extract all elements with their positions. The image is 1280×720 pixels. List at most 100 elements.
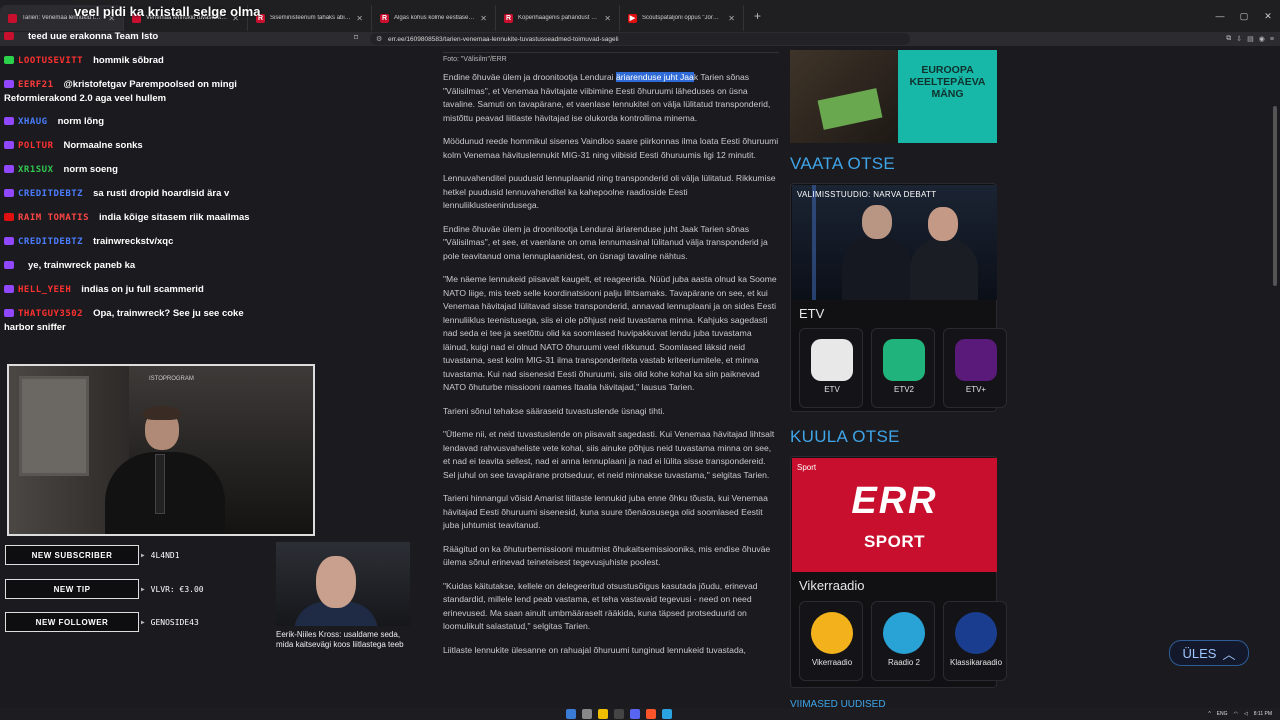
microphone-icon — [155, 454, 165, 514]
wifi-icon[interactable]: ◠ — [1234, 711, 1238, 717]
video-stripe — [812, 185, 816, 300]
telegram-icon[interactable] — [662, 709, 672, 719]
live-section-title[interactable]: VAATA OTSE — [790, 154, 895, 174]
tv-group-name: ETV — [799, 306, 825, 321]
chat-text: trainwreckstv/xqc — [93, 236, 174, 247]
lead-before: Endine õhuväe ülem ja droonitootja Lendu… — [443, 72, 616, 82]
close-icon[interactable]: ✕ — [1256, 11, 1280, 22]
article-lead: Endine õhuväe ülem ja droonitootja Lendu… — [443, 71, 779, 125]
download-icon[interactable]: ⇩ — [1236, 35, 1242, 43]
cam-logo: ISTOPROGRAM — [149, 376, 194, 382]
promo-banner[interactable]: EUROOPA KEELTEPÄEVA MÄNG — [790, 50, 997, 143]
article-paragraph: "Me näeme lennukeid piisavalt kaugelt, e… — [443, 274, 777, 392]
browser-tab[interactable]: RSiseministeerium tahaks abipolitseinik✕ — [248, 5, 372, 31]
tab-close-icon[interactable]: ✕ — [356, 14, 363, 23]
browser-tab[interactable]: R Kopenhaagenis pahandust külvanud ✕ — [496, 5, 620, 31]
chat-username: CREDITDEBTZ — [18, 237, 84, 247]
chat-text: sa rusti dropid hoardisid ära v — [93, 188, 230, 199]
video-person-head — [928, 207, 958, 241]
chat-message: EERF21 @kristofetgav Parempoolsed on ming… — [4, 78, 264, 105]
chat-badge-icon — [4, 56, 14, 65]
windows-start-icon[interactable] — [566, 709, 576, 719]
overlay-top-message: veel pidi ka kristall selge olma — [74, 4, 261, 19]
tab-close-icon[interactable]: ✕ — [728, 14, 735, 23]
chat-message: XHAUG norm lõng — [4, 115, 264, 129]
clock[interactable]: 8:11 PM — [1254, 711, 1272, 717]
alert-tip-value: ▶ VLVR: €3.00 — [141, 579, 204, 599]
address-bar[interactable]: ⚙ err.ee/1609808583/tarien-venemaa-lennu… — [370, 33, 910, 45]
chat-text: teed uue erakonna Team Isto — [28, 31, 159, 42]
menu-icon[interactable]: ≡ — [1270, 36, 1274, 43]
tray-up-icon[interactable]: ^ — [1208, 711, 1210, 717]
language-indicator[interactable]: ENG — [1217, 711, 1228, 717]
brave-icon[interactable] — [646, 709, 656, 719]
chat-text: ye, trainwreck paneb ka — [28, 260, 136, 271]
err-sport-text: SPORT — [863, 532, 926, 551]
page-scrollbar[interactable] — [1272, 46, 1278, 708]
tab-close-icon[interactable]: ✕ — [604, 14, 611, 23]
chat-username: XR1SUX — [18, 165, 54, 175]
chat-username: CREDITDEBTZ — [18, 189, 84, 199]
chat-badge-icon — [4, 189, 14, 198]
radio-section-title[interactable]: KUULA OTSE — [790, 427, 900, 447]
site-info-icon[interactable]: ⚙ — [376, 35, 382, 43]
chat-badge-icon — [4, 261, 14, 270]
chat-message: XR1SUX norm soeng — [4, 163, 264, 177]
chat-username: XHAUG — [18, 117, 48, 127]
url-text: err.ee/1609808583/tarien-venemaa-lennuki… — [388, 35, 619, 43]
live-video[interactable]: VALIMISSTUUDIO: NARVA DEBATT — [792, 185, 997, 300]
profile-icon[interactable]: ◉ — [1259, 35, 1265, 43]
alert-subscriber-value: ▶ 4L4ND1 — [141, 545, 180, 565]
chat-text: india kõige sitasem riik maailmas — [99, 212, 250, 223]
volume-icon[interactable]: ◁ — [1244, 711, 1248, 717]
radio-channel-2[interactable]: Raadio 2 — [871, 601, 935, 681]
radio-logo-icon — [955, 612, 997, 654]
browser-tab[interactable]: ▶ Scoutspataljoni õppus "Jörmungand" ✕ — [620, 5, 744, 31]
radio-name: Klassikaraadio — [949, 658, 1003, 667]
bookmark-icon[interactable]: ⌑ — [354, 33, 358, 42]
err-sport-player[interactable]: Sport ERR SPORT — [792, 458, 997, 572]
chat-username: THATGUY3502 — [18, 309, 84, 319]
chat-badge-icon — [4, 309, 14, 318]
chat-message: RAIM TOMATIS india kõige sitasem riik maa… — [4, 211, 264, 225]
scrollbar-thumb[interactable] — [1273, 106, 1277, 286]
scroll-top-button[interactable]: ÜLES ︿ — [1169, 640, 1249, 666]
app-icon[interactable] — [614, 709, 624, 719]
radio-channel-3[interactable]: Klassikaraadio — [943, 601, 1007, 681]
chat-username: POLTUR — [18, 141, 54, 151]
article-paragraph: Tarieni sõnul tehakse sääraseid tuvastus… — [443, 405, 665, 416]
new-tab-button[interactable]: + — [744, 9, 771, 23]
chevron-up-icon: ︿ — [1222, 646, 1236, 662]
chat-text: indias on ju full scammerid — [81, 284, 204, 295]
extensions-icon[interactable]: ⧉ — [1226, 35, 1231, 43]
video-person-head — [862, 205, 892, 239]
tab-title: Kopenhaagenis pahandust külvanud — [518, 15, 599, 21]
scroll-top-label: ÜLES — [1182, 645, 1217, 661]
radio-name: Vikerraadio — [811, 658, 853, 667]
channel-name: ETV+ — [965, 385, 987, 394]
chat-badge-icon — [4, 285, 14, 294]
file-explorer-icon[interactable] — [598, 709, 608, 719]
search-icon[interactable] — [582, 709, 592, 719]
minimize-icon[interactable]: — — [1208, 11, 1232, 21]
sidebar-icon[interactable]: ▤ — [1247, 35, 1254, 43]
alert-new-tip: NEW TIP — [5, 579, 139, 599]
discord-icon[interactable] — [630, 709, 640, 719]
cam-window — [19, 376, 89, 476]
tv-channel-3[interactable]: ETV+ — [943, 328, 1007, 408]
chat-badge-icon — [4, 213, 14, 222]
maximize-icon[interactable]: ▢ — [1232, 11, 1256, 22]
tab-close-icon[interactable]: ✕ — [480, 14, 487, 23]
tab-favicon-icon: R — [380, 13, 389, 23]
alert-follower-name: GENOSIDE43 — [150, 617, 199, 627]
radio-label: Sport — [797, 463, 817, 472]
news-thumbnail-caption[interactable]: Eerik-Niiles Kross: usaldame seda, mida … — [276, 630, 410, 650]
channel-logo-icon — [811, 339, 853, 381]
tv-channel-1[interactable]: ETV — [799, 328, 863, 408]
tv-channel-2[interactable]: ETV2 — [871, 328, 935, 408]
radio-channel-1[interactable]: Vikerraadio — [799, 601, 863, 681]
news-thumbnail[interactable] — [276, 542, 410, 626]
chat-message: POLTUR Normaalne sonks — [4, 139, 264, 153]
chat-badge-icon — [4, 165, 14, 174]
browser-tab[interactable]: R Algas kohus kolme eestlase üle, keda ✕ — [372, 5, 496, 31]
